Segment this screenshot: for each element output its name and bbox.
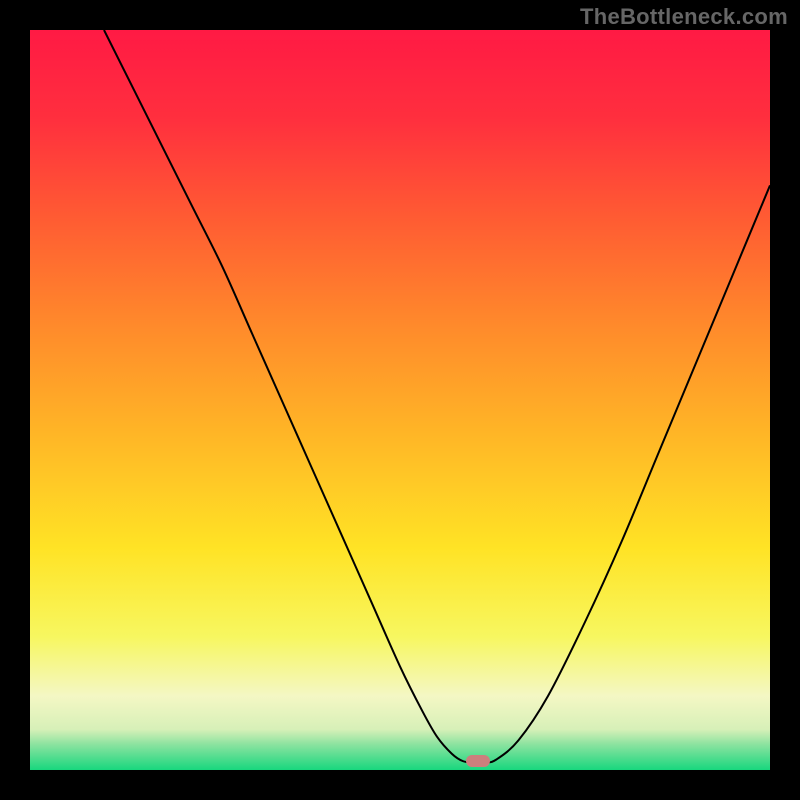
plot-area <box>30 30 770 770</box>
watermark-text: TheBottleneck.com <box>580 4 788 30</box>
chart-container: TheBottleneck.com <box>0 0 800 800</box>
optimum-marker <box>466 755 490 767</box>
gradient-background <box>30 30 770 770</box>
chart-svg <box>30 30 770 770</box>
